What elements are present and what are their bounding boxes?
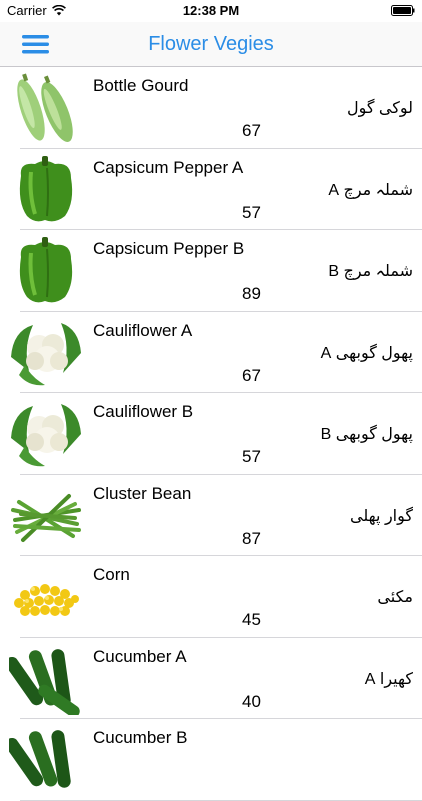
list-item[interactable]: Corn مکئی 45	[0, 556, 422, 638]
page-title: Flower Vegies	[148, 33, 274, 55]
item-name: Capsicum Pepper A	[93, 157, 244, 177]
navigation-bar: Flower Vegies	[0, 22, 422, 67]
item-name: Cluster Bean	[93, 483, 192, 503]
item-urdu-name: پھول گوبھی B	[320, 426, 413, 443]
item-urdu-name: مکئی	[377, 589, 413, 606]
item-name: Cauliflower A	[93, 320, 193, 340]
list-item[interactable]: Cluster Bean گوار پھلی 87	[0, 475, 422, 557]
item-urdu-name: کھیرا A	[364, 670, 413, 688]
cluster-bean-image	[11, 493, 81, 542]
item-name: Cauliflower B	[93, 402, 194, 421]
list-item[interactable]: Cucumber A کھیرا A 40	[0, 638, 422, 720]
list-item[interactable]: Capsicum Pepper B شملہ مرچ B 89	[0, 230, 422, 312]
vegetable-list: Bottle Gourd لوکی گول 67 Capsicum Pepper…	[0, 67, 422, 801]
cucumber-image	[9, 730, 71, 788]
item-count: 67	[242, 121, 261, 140]
item-count: 40	[242, 691, 261, 711]
item-count: 57	[242, 202, 261, 222]
item-count: 87	[242, 528, 261, 548]
list-item[interactable]: Cucumber B	[0, 719, 422, 801]
bottle-gourd-image	[17, 73, 73, 142]
cauliflower-image	[11, 322, 81, 385]
battery-icon	[391, 5, 415, 16]
item-urdu-name: لوکی گول	[346, 100, 413, 117]
item-count: 67	[242, 365, 261, 385]
item-name: Cucumber A	[93, 646, 187, 666]
list-item[interactable]: Bottle Gourd لوکی گول 67	[0, 67, 422, 149]
item-urdu-name: گوار پھلی	[350, 507, 413, 525]
item-count: 45	[242, 610, 261, 629]
status-time: 12:38 PM	[182, 3, 240, 18]
capsicum-image	[19, 155, 73, 221]
item-urdu-name: شملہ مرچ B	[328, 263, 413, 280]
status-bar: Carrier 12:38 PM	[0, 0, 422, 22]
item-name: Capsicum Pepper B	[93, 239, 245, 258]
item-name: Bottle Gourd	[93, 76, 189, 95]
item-urdu-name: پھول گوبھی A	[320, 344, 413, 362]
cucumber-image	[9, 648, 80, 715]
cauliflower-image	[11, 404, 81, 467]
item-count: 89	[242, 284, 261, 303]
list-item[interactable]: Cauliflower B پھول گوبھی B 57	[0, 393, 422, 475]
corn-image	[14, 584, 79, 616]
item-name: Cucumber B	[93, 728, 188, 747]
item-name: Corn	[93, 565, 130, 584]
list-item[interactable]: Cauliflower A پھول گوبھی A 67	[0, 312, 422, 394]
list-item[interactable]: Capsicum Pepper A شملہ مرچ A 57	[0, 149, 422, 231]
capsicum-image	[19, 237, 73, 303]
item-urdu-name: شملہ مرچ A	[328, 181, 413, 199]
item-count: 57	[242, 447, 261, 466]
